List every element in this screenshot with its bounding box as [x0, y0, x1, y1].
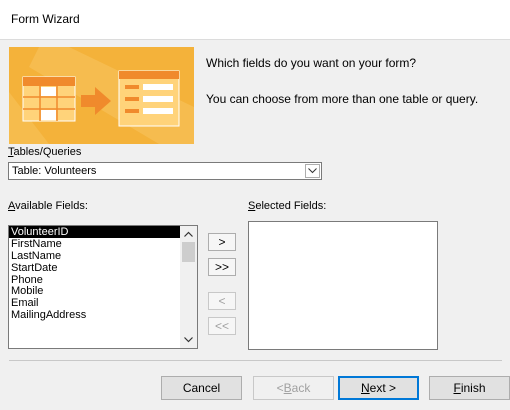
selected-fields-list[interactable] [248, 221, 438, 350]
scroll-up-icon[interactable] [180, 226, 197, 242]
remove-all-fields-button[interactable]: << [208, 317, 236, 335]
back-button[interactable]: < Back [253, 376, 334, 400]
vertical-scrollbar[interactable] [180, 226, 197, 348]
back-button-accel: B [283, 381, 292, 395]
available-fields-label: Available Fields: [8, 200, 88, 212]
prompt-question: Which fields do you want on your form? [206, 56, 417, 70]
prompt-hint: You can choose from more than one table … [206, 92, 479, 106]
next-button-accel: N [360, 381, 370, 395]
add-field-button[interactable]: > [208, 233, 236, 251]
back-button-prefix: < [276, 381, 284, 395]
add-all-fields-button[interactable]: >> [208, 258, 236, 276]
list-item[interactable]: VolunteerID [9, 226, 180, 238]
list-item[interactable]: StartDate [9, 262, 180, 274]
finish-button-label: inish [460, 381, 486, 395]
list-item[interactable]: MailingAddress [9, 309, 180, 321]
cancel-button[interactable]: Cancel [161, 376, 242, 400]
back-button-label: ack [291, 381, 311, 395]
tables-queries-combo[interactable]: Table: Volunteers [8, 162, 322, 180]
list-item[interactable]: Email [9, 297, 180, 309]
tables-queries-label-text: ables/Queries [13, 146, 82, 158]
form-wizard-window: Form Wizard Which fields do you want on … [0, 0, 510, 410]
form-wizard-illustration [9, 47, 194, 144]
scrollbar-thumb[interactable] [182, 242, 195, 262]
finish-button[interactable]: Finish [429, 376, 510, 400]
footer-divider [9, 360, 502, 361]
next-button[interactable]: Next > [338, 376, 419, 400]
title-bar: Form Wizard [0, 0, 510, 40]
list-item[interactable]: FirstName [9, 238, 180, 250]
selected-fields-label-text: elected Fields: [255, 200, 327, 212]
chevron-down-icon[interactable] [305, 164, 320, 178]
tables-queries-value: Table: Volunteers [12, 165, 97, 177]
tables-queries-label: Tables/Queries [8, 146, 81, 158]
next-button-label: ext > [369, 381, 397, 395]
list-item[interactable]: LastName [9, 250, 180, 262]
window-title: Form Wizard [11, 12, 80, 26]
available-fields-list[interactable]: VolunteerID FirstName LastName StartDate… [8, 225, 198, 349]
list-item[interactable]: Phone [9, 274, 180, 286]
available-fields-label-text: vailable Fields: [15, 200, 88, 212]
scroll-down-icon[interactable] [180, 332, 197, 348]
selected-fields-label: Selected Fields: [248, 200, 326, 212]
finish-button-accel: F [453, 381, 461, 395]
remove-field-button[interactable]: < [208, 292, 236, 310]
list-item[interactable]: Mobile [9, 285, 180, 298]
form-wizard-icon [9, 47, 194, 144]
